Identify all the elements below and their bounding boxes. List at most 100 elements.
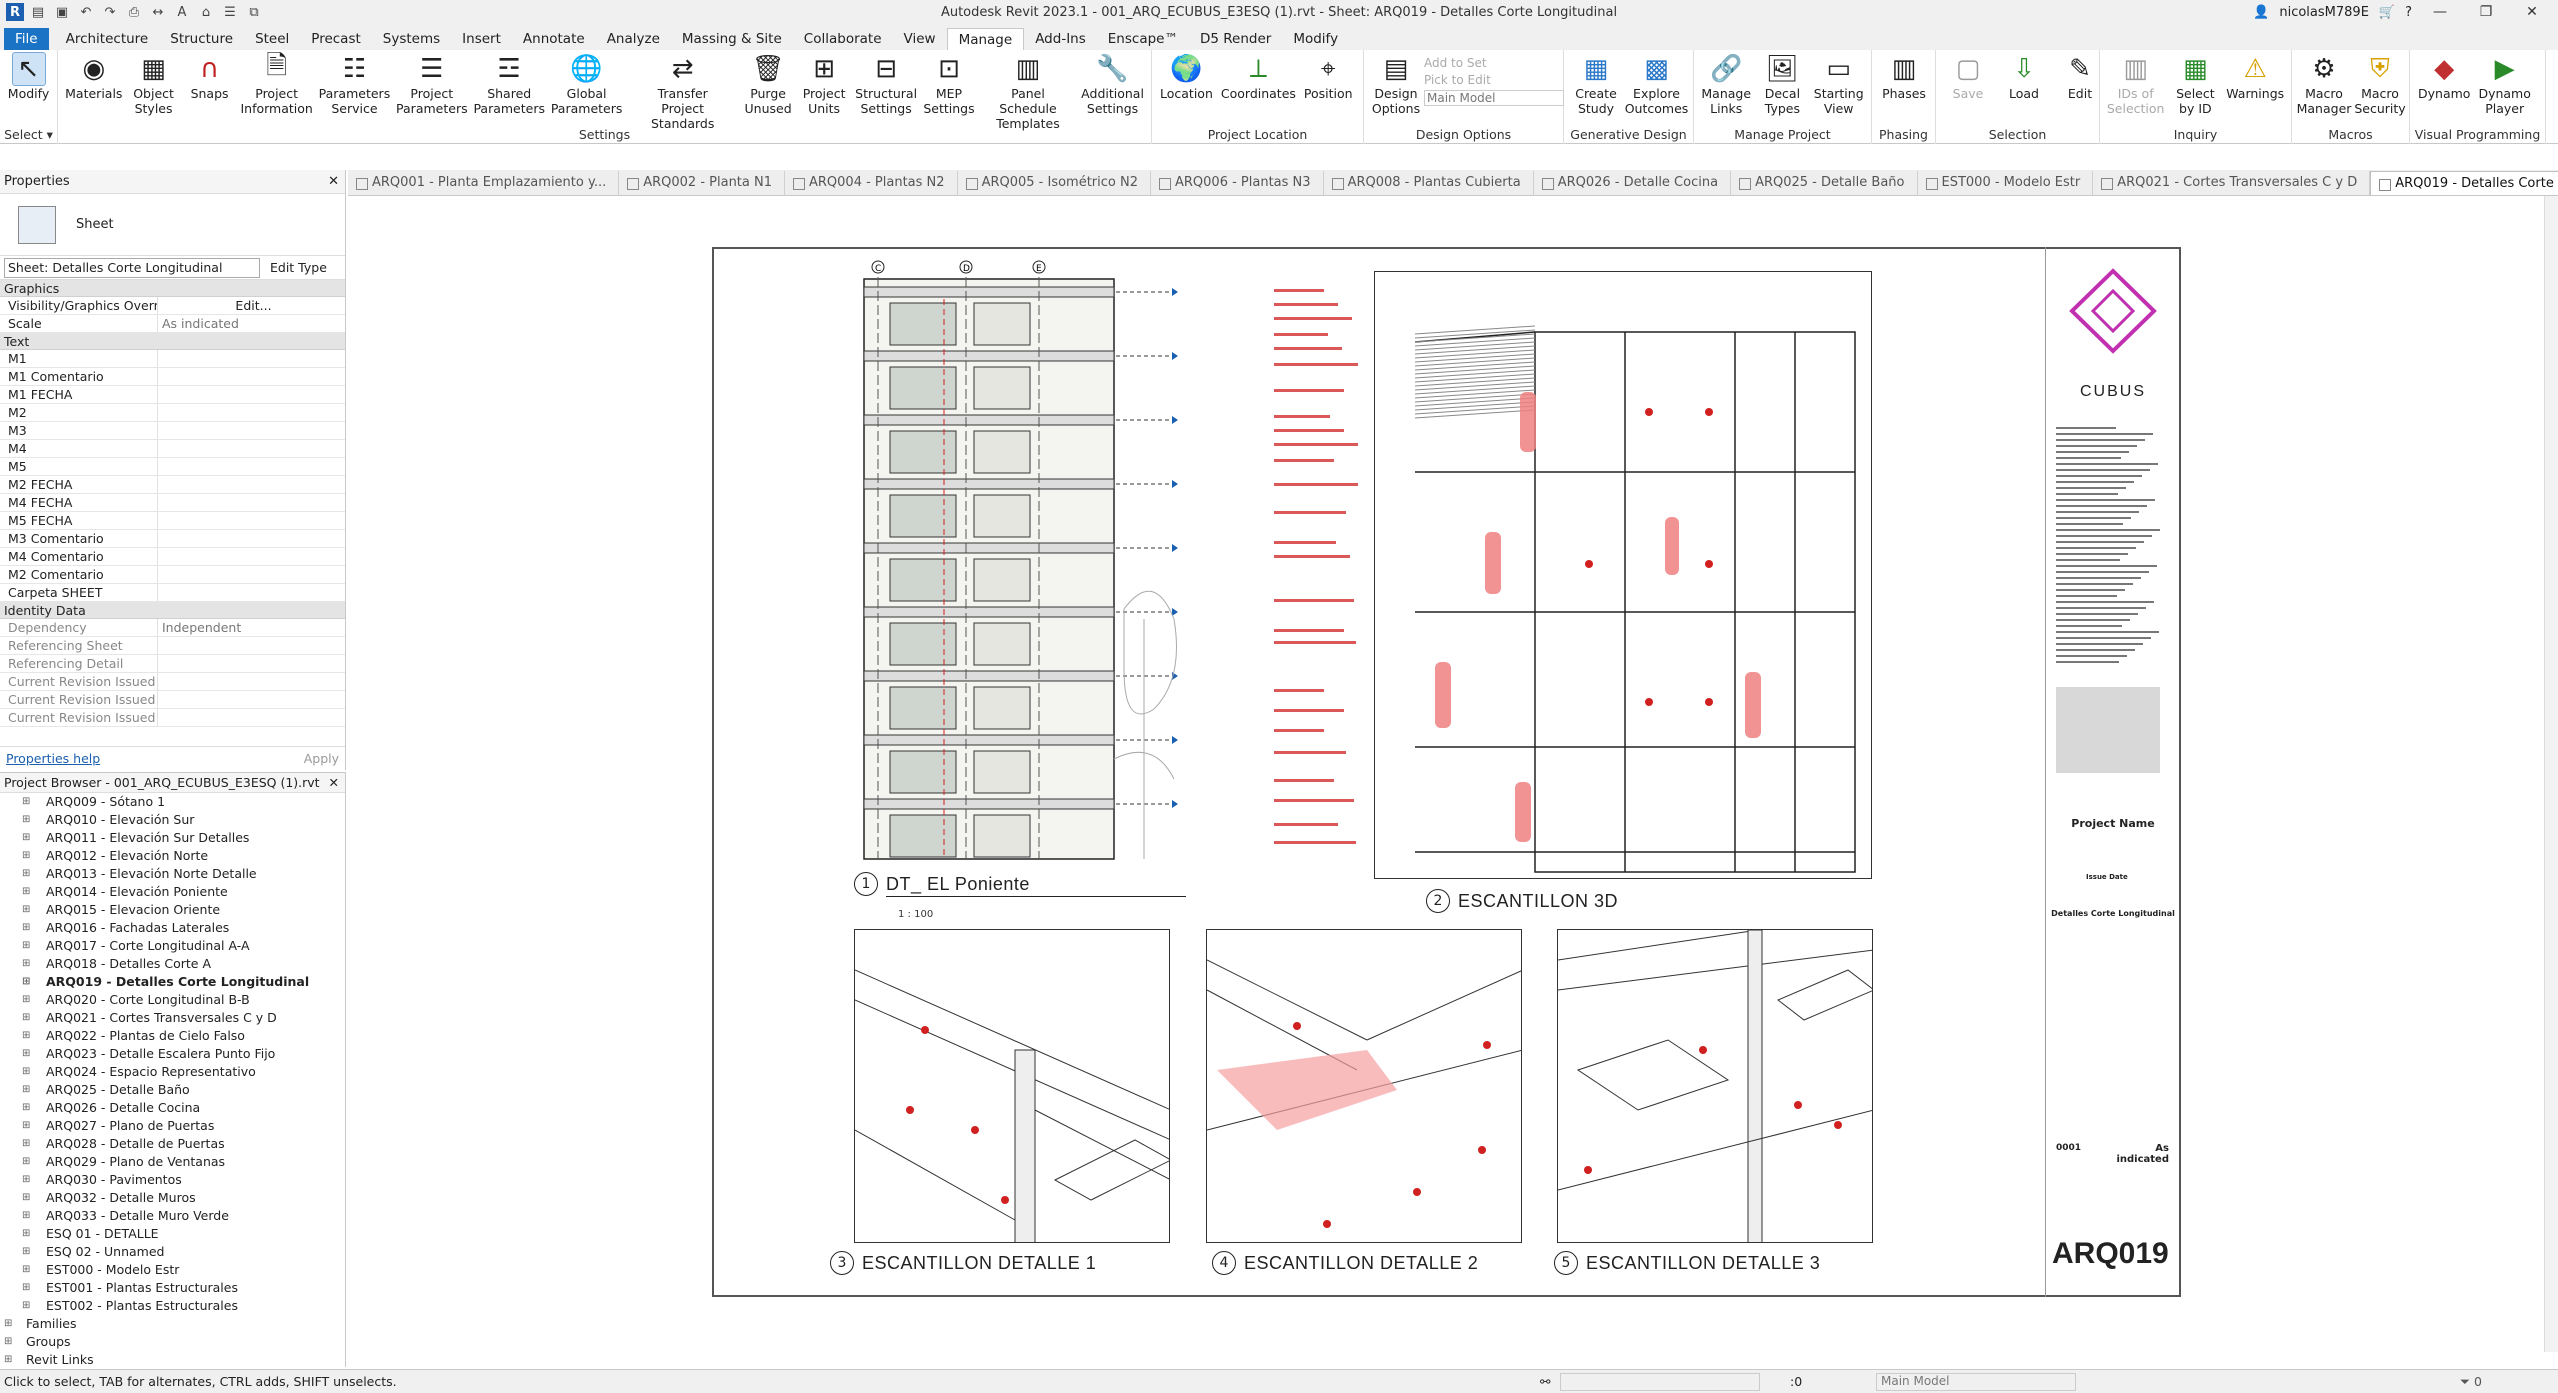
design-option-select[interactable]: Main Model <box>1424 90 1564 106</box>
browser-sheet-item[interactable]: ARQ016 - Fachadas Laterales <box>0 919 345 937</box>
browser-sheet-item[interactable]: ARQ027 - Plano de Puertas <box>0 1117 345 1135</box>
text-icon[interactable]: A <box>172 3 192 21</box>
menu-architecture[interactable]: Architecture <box>55 28 160 50</box>
document-tab[interactable]: ARQ002 - Planta N1 <box>619 171 785 195</box>
document-tab[interactable]: ARQ025 - Detalle Baño <box>1731 171 1918 195</box>
document-tab[interactable]: ARQ026 - Detalle Cocina <box>1534 171 1732 195</box>
menu-d5-render[interactable]: D5 Render <box>1189 28 1282 50</box>
minimize-button[interactable]: — <box>2422 4 2458 20</box>
maximize-button[interactable]: ❐ <box>2468 4 2504 20</box>
viewport-elevation[interactable]: C D E <box>854 259 1190 871</box>
browser-root-item[interactable]: Families <box>0 1315 345 1333</box>
view-title-1[interactable]: 1 DT_ EL Poniente <box>854 872 1030 896</box>
document-tab[interactable]: ARQ005 - Isométrico N2 <box>958 171 1151 195</box>
pick-to-edit-button[interactable]: Pick to Edit <box>1424 73 1564 87</box>
menu-modify[interactable]: Modify <box>1282 28 1349 50</box>
menu-collaborate[interactable]: Collaborate <box>793 28 893 50</box>
select-dropdown[interactable]: Select ▾ <box>0 127 57 142</box>
open-icon[interactable]: ▤ <box>28 3 48 21</box>
user-name[interactable]: nicolasM789E <box>2279 5 2369 20</box>
property-value[interactable] <box>158 476 345 493</box>
property-value[interactable] <box>158 584 345 601</box>
menu-structure[interactable]: Structure <box>159 28 244 50</box>
document-tab[interactable]: ARQ006 - Plantas N3 <box>1151 171 1324 195</box>
property-row[interactable]: M5 <box>0 458 345 476</box>
browser-sheet-item[interactable]: ARQ021 - Cortes Transversales C y D <box>0 1009 345 1027</box>
property-value[interactable] <box>158 386 345 403</box>
property-row[interactable]: Referencing Detail <box>0 655 345 673</box>
menu-analyze[interactable]: Analyze <box>596 28 671 50</box>
property-value[interactable] <box>158 512 345 529</box>
property-row[interactable]: M5 FECHA <box>0 512 345 530</box>
user-icon[interactable]: 👤 <box>2253 5 2269 20</box>
property-group-header[interactable]: Text <box>0 333 345 350</box>
property-row[interactable]: Visibility/Graphics OverridesEdit... <box>0 297 345 315</box>
browser-sheet-item[interactable]: ARQ024 - Espacio Representativo <box>0 1063 345 1081</box>
browser-root-item[interactable]: Groups <box>0 1333 345 1351</box>
property-value[interactable] <box>158 637 345 654</box>
browser-sheet-item[interactable]: EST001 - Plantas Estructurales <box>0 1279 345 1297</box>
save-icon[interactable]: ▣ <box>52 3 72 21</box>
property-value[interactable] <box>158 440 345 457</box>
3d-view-icon[interactable]: ⌂ <box>196 3 216 21</box>
thin-lines-icon[interactable]: ☰ <box>220 3 240 21</box>
menu-massing[interactable]: Massing & Site <box>671 28 793 50</box>
viewport-escantillon-3d[interactable] <box>1374 271 1872 879</box>
browser-sheet-item[interactable]: ARQ012 - Elevación Norte <box>0 847 345 865</box>
close-icon[interactable]: ✕ <box>328 170 339 194</box>
menu-annotate[interactable]: Annotate <box>512 28 596 50</box>
property-row[interactable]: M4 <box>0 440 345 458</box>
property-row[interactable]: M2 <box>0 404 345 422</box>
design-option-status[interactable]: Main Model <box>1876 1372 2076 1391</box>
property-value[interactable] <box>158 655 345 672</box>
browser-root-item[interactable]: Revit Links <box>0 1351 345 1369</box>
property-value[interactable] <box>158 673 345 690</box>
property-group-header[interactable]: Identity Data <box>0 602 345 619</box>
property-value[interactable] <box>158 368 345 385</box>
property-group-header[interactable]: Graphics <box>0 280 345 297</box>
browser-sheet-item[interactable]: ARQ009 - Sótano 1 <box>0 793 345 811</box>
close-button[interactable]: ✕ <box>2514 4 2550 20</box>
browser-sheet-item[interactable]: ARQ014 - Elevación Poniente <box>0 883 345 901</box>
property-row[interactable]: M1 FECHA <box>0 386 345 404</box>
property-value[interactable]: Independent <box>158 619 345 636</box>
browser-sheet-item[interactable]: ARQ018 - Detalles Corte A <box>0 955 345 973</box>
help-icon[interactable]: ? <box>2405 5 2412 20</box>
property-row[interactable]: Scale As indicated <box>0 315 345 333</box>
print-icon[interactable]: ⎙ <box>124 3 144 21</box>
workset-select[interactable] <box>1560 1372 1760 1391</box>
property-row[interactable]: M2 FECHA <box>0 476 345 494</box>
browser-sheet-item[interactable]: ESQ 02 - Unnamed <box>0 1243 345 1261</box>
browser-sheet-item[interactable]: ARQ011 - Elevación Sur Detalles <box>0 829 345 847</box>
property-row[interactable]: M4 Comentario <box>0 548 345 566</box>
property-row[interactable]: Carpeta SHEET <box>0 584 345 602</box>
property-value[interactable] <box>158 548 345 565</box>
close-icon[interactable]: ✕ <box>329 773 339 793</box>
measure-icon[interactable]: ↔ <box>148 3 168 21</box>
browser-sheet-item[interactable]: ARQ026 - Detalle Cocina <box>0 1099 345 1117</box>
document-tab[interactable]: EST000 - Modelo Estr <box>1918 171 2094 195</box>
property-row[interactable]: Referencing Sheet <box>0 637 345 655</box>
property-value[interactable] <box>158 494 345 511</box>
menu-systems[interactable]: Systems <box>372 28 451 50</box>
property-row[interactable]: M1 <box>0 350 345 368</box>
viewport-detalle-3[interactable] <box>1557 929 1873 1243</box>
view-title-4[interactable]: 4 ESCANTILLON DETALLE 2 <box>1212 1251 1478 1275</box>
view-title-3[interactable]: 3 ESCANTILLON DETALLE 1 <box>830 1251 1096 1275</box>
browser-sheet-item[interactable]: ARQ029 - Plano de Ventanas <box>0 1153 345 1171</box>
property-value[interactable] <box>158 350 345 367</box>
apply-button[interactable]: Apply <box>304 751 339 766</box>
property-row[interactable]: M2 Comentario <box>0 566 345 584</box>
property-value[interactable] <box>158 530 345 547</box>
browser-sheet-item[interactable]: ARQ017 - Corte Longitudinal A-A <box>0 937 345 955</box>
property-row[interactable]: Current Revision Issued To <box>0 709 345 727</box>
browser-sheet-item[interactable]: EST000 - Modelo Estr <box>0 1261 345 1279</box>
browser-sheet-item[interactable]: ESQ 01 - DETALLE <box>0 1225 345 1243</box>
property-value[interactable] <box>158 404 345 421</box>
property-row[interactable]: M3 Comentario <box>0 530 345 548</box>
browser-sheet-item[interactable]: ARQ015 - Elevacion Oriente <box>0 901 345 919</box>
property-row[interactable]: M3 <box>0 422 345 440</box>
edit-type-button[interactable]: Edit Type <box>270 260 327 275</box>
cart-icon[interactable]: 🛒 <box>2379 5 2395 20</box>
menu-insert[interactable]: Insert <box>451 28 512 50</box>
